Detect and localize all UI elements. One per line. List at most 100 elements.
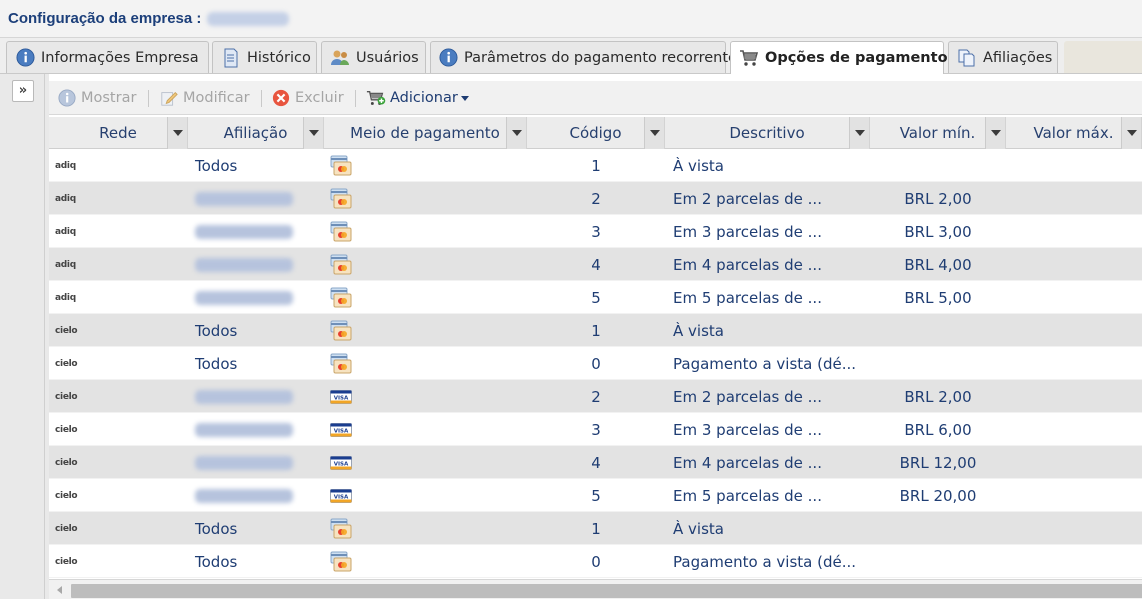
column-menu-chevron-icon[interactable] [1121,117,1141,149]
left-panel-divider [44,74,45,599]
max-value-cell [1006,314,1142,347]
cart-icon [739,48,759,68]
min-value-cell [870,149,1006,182]
table-row[interactable]: cielo VISA 5 Em 5 parcelas de ... BRL 20,00 [49,479,1142,512]
code-cell: 3 [591,222,601,241]
column-header-affiliation[interactable]: Afiliação [188,117,324,149]
table-row[interactable]: cielo Todos 1 À vista [49,512,1142,545]
table-row[interactable]: adiq 4 Em 4 parcelas de ... BRL 4,00 [49,248,1142,281]
description-cell: Em 5 parcelas de ... [673,486,822,505]
min-value-cell: BRL 5,00 [904,288,972,307]
affiliation-redacted [195,290,293,305]
delete-button[interactable]: Excluir [271,86,344,110]
expand-panel-button[interactable]: » [12,80,34,102]
multi-card-icon [330,182,352,215]
column-menu-chevron-icon[interactable] [303,117,323,149]
tab-history[interactable]: Histórico [212,41,317,73]
tab-payment-options[interactable]: Opções de pagamento [730,41,948,74]
tab-recurring-payment-params[interactable]: Parâmetros do pagamento recorrente [430,41,737,73]
code-cell: 0 [591,354,601,373]
min-value-cell: BRL 3,00 [904,222,972,241]
multi-card-icon [330,248,352,281]
table-row[interactable]: adiq 5 Em 5 parcelas de ... BRL 5,00 [49,281,1142,314]
affiliation-cell [195,182,293,215]
toolbar-divider [261,90,262,107]
affiliation-redacted [195,224,293,239]
info-icon [439,48,458,68]
multi-card-icon [330,512,352,545]
svg-text:VISA: VISA [334,428,349,434]
column-header-code[interactable]: Código [527,117,665,149]
network-logo: cielo [55,424,78,435]
grid-header: Rede Afiliação Meio de pagamento Código … [49,117,1142,149]
horizontal-scrollbar[interactable] [49,579,1142,599]
add-dropdown-button[interactable]: Adicionar [366,86,469,110]
table-row[interactable]: adiq 2 Em 2 parcelas de ... BRL 2,00 [49,182,1142,215]
code-cell: 0 [591,552,601,571]
table-row[interactable]: cielo Todos 1 À vista [49,314,1142,347]
description-cell: Em 2 parcelas de ... [673,387,822,406]
svg-text:VISA: VISA [334,461,349,467]
table-row[interactable]: cielo Todos 0 Pagamento a vista (dé... [49,347,1142,380]
affiliation-redacted [195,389,293,404]
multi-card-icon [330,215,352,248]
table-row[interactable]: cielo Todos 0 Pagamento a vista (dé... [49,545,1142,578]
info-icon [57,88,77,108]
table-row[interactable]: cielo VISA 2 Em 2 parcelas de ... BRL 2,00 [49,380,1142,413]
description-cell: Em 3 parcelas de ... [673,420,822,439]
table-row[interactable]: cielo VISA 3 Em 3 parcelas de ... BRL 6,00 [49,413,1142,446]
visa-card-icon: VISA [330,380,352,413]
visa-card-icon: VISA [330,413,352,446]
column-menu-chevron-icon[interactable] [644,117,664,149]
show-button[interactable]: Mostrar [57,86,136,110]
column-menu-chevron-icon[interactable] [985,117,1005,149]
description-cell: Pagamento a vista (dé... [673,552,857,571]
title-bar: Configuração da empresa : [0,0,1142,38]
code-cell: 2 [591,189,601,208]
modify-button[interactable]: Modificar [159,86,250,110]
description-cell: Em 3 parcelas de ... [673,222,822,241]
multi-card-icon [330,314,352,347]
tab-company-info[interactable]: Informações Empresa [6,41,209,73]
code-cell: 1 [591,519,601,538]
affiliation-cell [195,479,293,512]
code-cell: 2 [591,387,601,406]
delete-icon [271,88,291,108]
column-header-payment-method[interactable]: Meio de pagamento [324,117,527,149]
table-row[interactable]: cielo VISA 4 Em 4 parcelas de ... BRL 12,00 [49,446,1142,479]
code-cell: 4 [591,255,601,274]
tab-bar: Informações Empresa Histórico Usuários P… [0,38,1142,74]
affiliation-cell: Todos [195,552,238,571]
documents-icon [957,48,977,68]
toolbar-divider [355,90,356,107]
affiliation-cell: Todos [195,156,238,175]
column-menu-chevron-icon[interactable] [167,117,187,149]
tab-users[interactable]: Usuários [321,41,426,73]
column-menu-chevron-icon[interactable] [506,117,526,149]
column-header-max-value[interactable]: Valor máx. [1006,117,1142,149]
code-cell: 1 [591,321,601,340]
scrollbar-thumb[interactable] [71,584,1142,598]
table-row[interactable]: adiq 3 Em 3 parcelas de ... BRL 3,00 [49,215,1142,248]
affiliation-cell [195,380,293,413]
table-row[interactable]: adiq Todos 1 À vista [49,149,1142,182]
network-logo: cielo [55,358,78,369]
column-menu-chevron-icon[interactable] [849,117,869,149]
company-name-redacted [207,12,290,27]
max-value-cell [1006,182,1142,215]
description-cell: Em 4 parcelas de ... [673,255,822,274]
scroll-left-icon[interactable] [57,586,62,594]
network-logo: adiq [55,160,76,171]
column-header-network[interactable]: Rede [49,117,188,149]
max-value-cell [1006,215,1142,248]
network-logo: adiq [55,193,76,204]
tab-overflow-hidden[interactable] [1064,41,1142,73]
multi-card-icon [330,281,352,314]
edit-icon [159,88,179,108]
description-cell: Pagamento a vista (dé... [673,354,857,373]
column-header-description[interactable]: Descritivo [665,117,870,149]
affiliation-cell: Todos [195,321,238,340]
affiliation-cell: Todos [195,354,238,373]
tab-affiliations[interactable]: Afiliações [948,41,1058,73]
column-header-min-value[interactable]: Valor mín. [870,117,1006,149]
